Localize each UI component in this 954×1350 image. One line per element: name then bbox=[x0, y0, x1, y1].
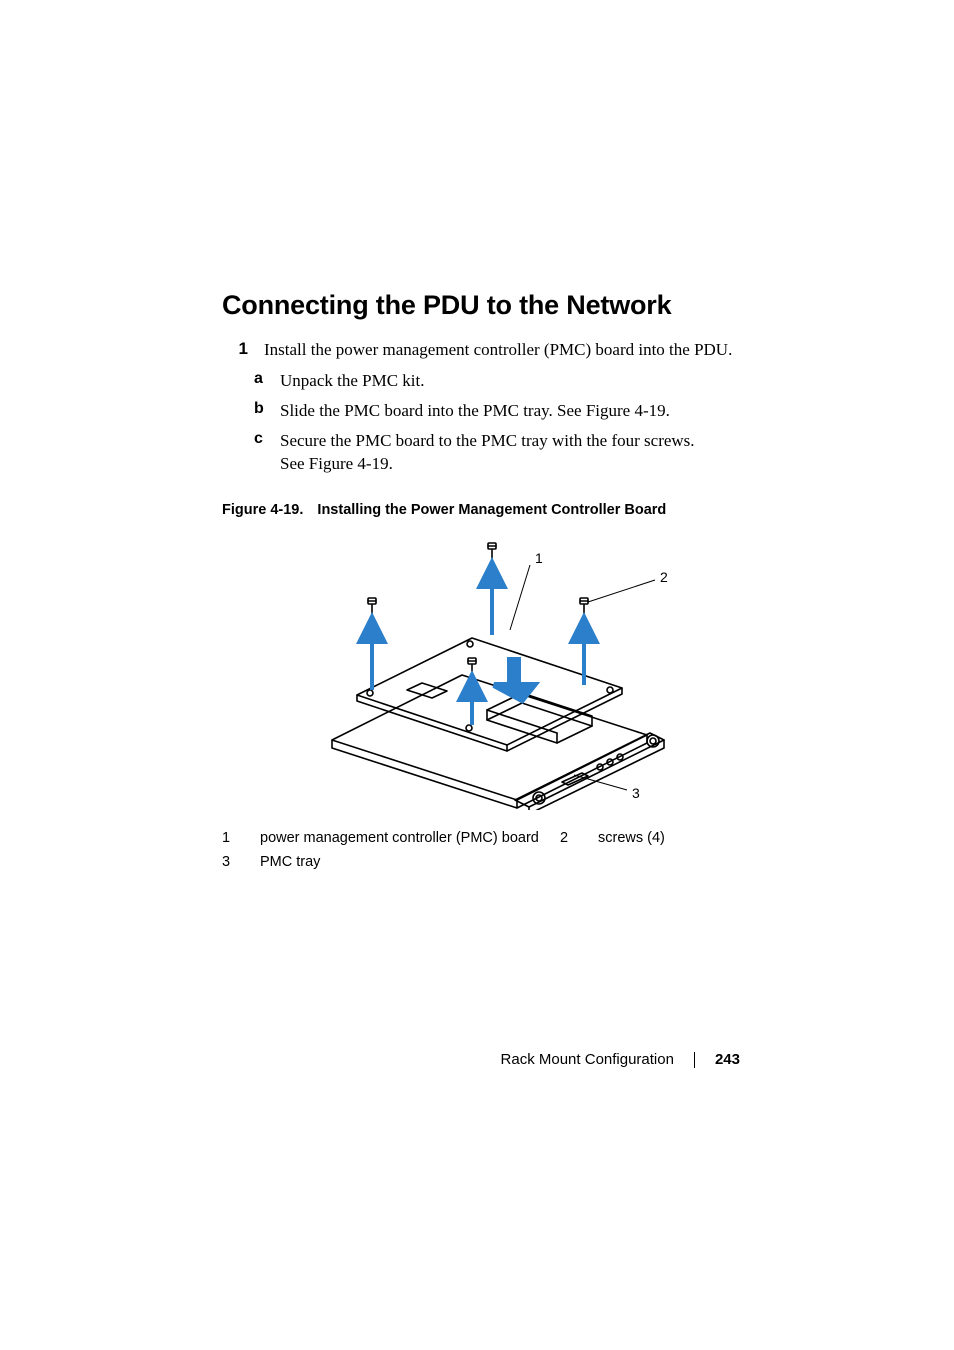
step-number: 1 bbox=[234, 339, 260, 359]
substep-a: a Unpack the PMC kit. bbox=[254, 370, 742, 393]
legend-index: 3 bbox=[222, 850, 260, 875]
figure-label: Figure 4-19. bbox=[222, 502, 303, 518]
figure-title: Installing the Power Management Controll… bbox=[317, 502, 666, 518]
page-footer: Rack Mount Configuration 243 bbox=[501, 1051, 740, 1068]
substep-list: a Unpack the PMC kit. b Slide the PMC bo… bbox=[254, 370, 742, 476]
substep-text: Slide the PMC board into the PMC tray. S… bbox=[280, 400, 700, 423]
substep-text: Unpack the PMC kit. bbox=[280, 370, 700, 393]
legend-text: PMC tray bbox=[260, 850, 320, 875]
figure-legend: 1 power management controller (PMC) boar… bbox=[222, 826, 742, 875]
page-number: 243 bbox=[715, 1051, 740, 1068]
step-1: 1 Install the power management controlle… bbox=[234, 339, 742, 476]
substep-b: b Slide the PMC board into the PMC tray.… bbox=[254, 400, 742, 423]
callout-3: 3 bbox=[632, 785, 640, 801]
substep-marker: a bbox=[254, 370, 276, 388]
legend-index: 2 bbox=[560, 826, 598, 851]
footer-separator bbox=[694, 1052, 695, 1068]
step-text: Install the power management controller … bbox=[264, 339, 734, 362]
legend-index: 1 bbox=[222, 826, 260, 851]
substep-marker: c bbox=[254, 430, 276, 448]
legend-row: 3 PMC tray bbox=[222, 850, 742, 875]
figure-4-19: 1 2 3 bbox=[222, 530, 742, 810]
figure-caption: Figure 4-19. Installing the Power Manage… bbox=[222, 502, 742, 518]
footer-section: Rack Mount Configuration bbox=[501, 1051, 674, 1068]
legend-text: power management controller (PMC) board bbox=[260, 826, 560, 851]
procedure-list: 1 Install the power management controlle… bbox=[234, 339, 742, 476]
page-content: Connecting the PDU to the Network 1 Inst… bbox=[0, 0, 954, 1350]
substep-text: Secure the PMC board to the PMC tray wit… bbox=[280, 430, 700, 476]
legend-text: screws (4) bbox=[598, 826, 665, 851]
legend-row: 1 power management controller (PMC) boar… bbox=[222, 826, 742, 851]
section-heading: Connecting the PDU to the Network bbox=[222, 290, 742, 321]
substep-c: c Secure the PMC board to the PMC tray w… bbox=[254, 430, 742, 476]
callout-2: 2 bbox=[660, 569, 668, 585]
pmc-board-diagram-icon: 1 2 3 bbox=[262, 530, 702, 810]
substep-marker: b bbox=[254, 400, 276, 418]
callout-1: 1 bbox=[535, 550, 543, 566]
